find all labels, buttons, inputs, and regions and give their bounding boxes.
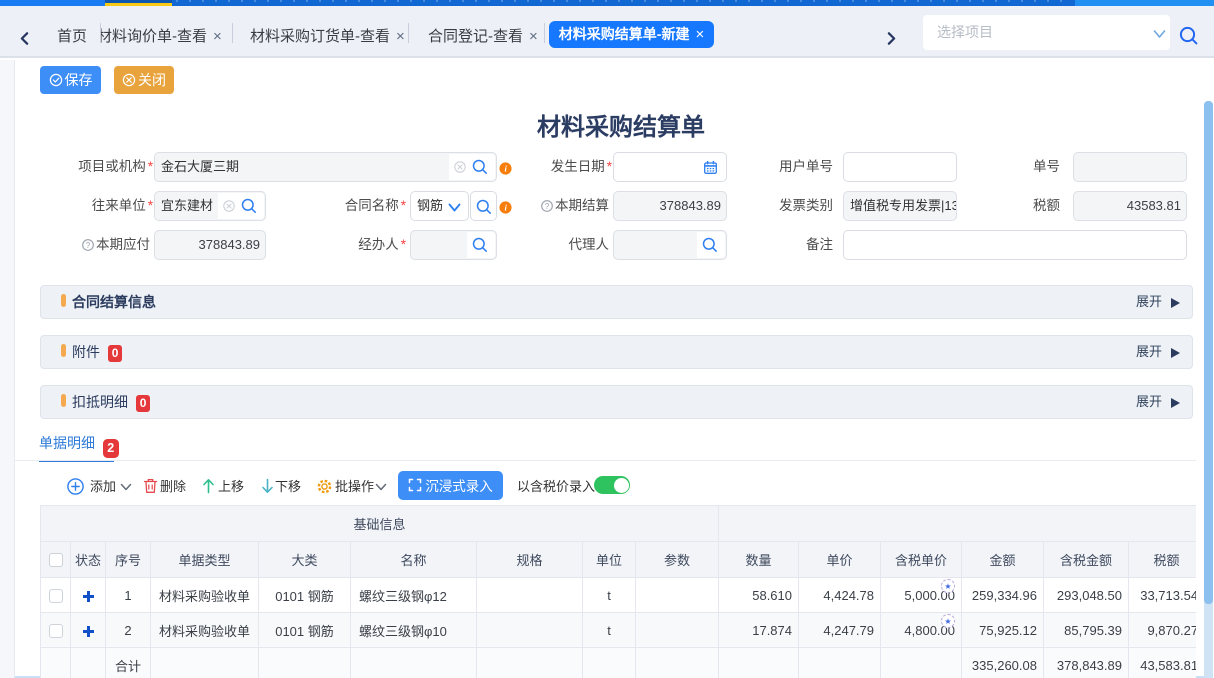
svg-text:?: ? — [545, 202, 550, 211]
svg-text:?: ? — [86, 241, 91, 250]
